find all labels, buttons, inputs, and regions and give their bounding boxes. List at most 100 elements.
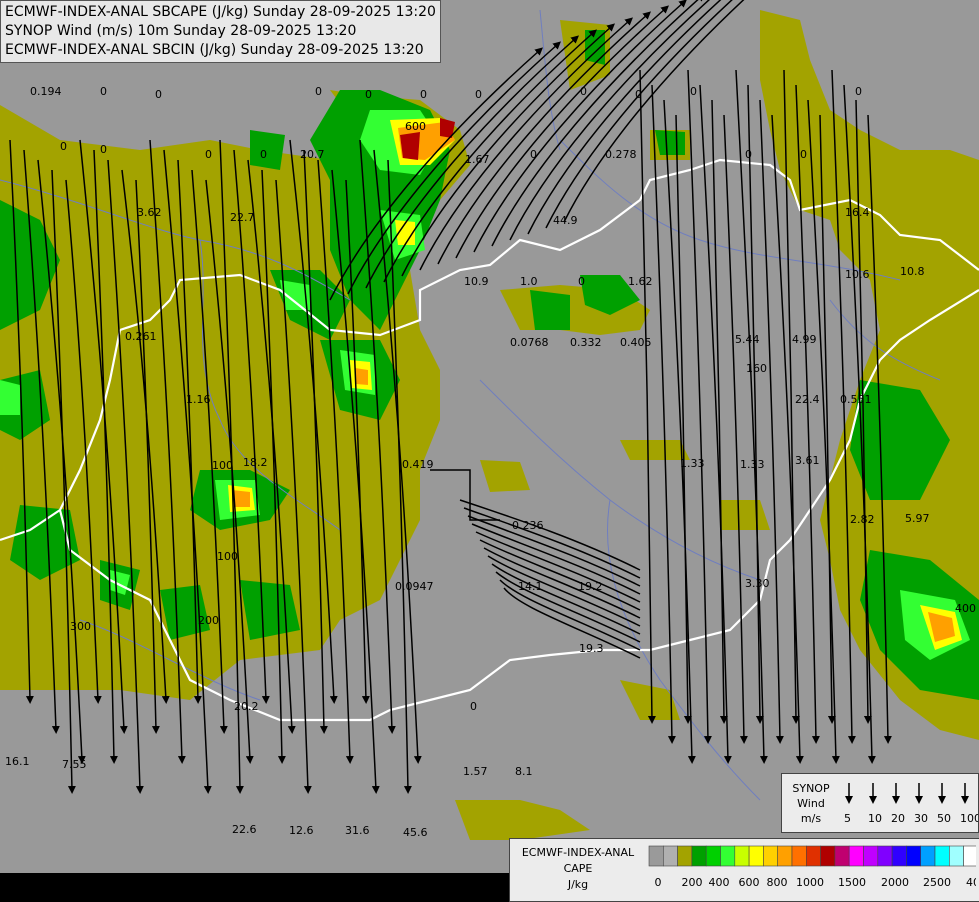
cape-colorbar-swatch	[734, 845, 750, 867]
map-value-label: 0	[470, 700, 477, 713]
cape-legend-title-text: ECMWF-INDEX-ANAL	[521, 846, 635, 859]
bottom-black-band	[0, 873, 509, 900]
map-value-label: 1.67	[465, 153, 490, 166]
map-value-label: 45.6	[403, 826, 428, 839]
wind-legend: SYNOP Wind m/s 5 10 20 30 50 100	[781, 773, 979, 833]
cape-colorbar-swatch	[691, 845, 707, 867]
map-value-label: 0	[420, 88, 427, 101]
map-value-label: 22.7	[230, 211, 255, 224]
cape-colorbar-tick: 2000	[881, 876, 909, 889]
map-value-label: 19.3	[579, 642, 604, 655]
map-value-label: 1.16	[186, 393, 211, 406]
cape-colorbar-swatch	[863, 845, 879, 867]
map-value-label: 12.6	[289, 824, 314, 837]
wind-legend-subtitle: Wind	[797, 797, 825, 810]
map-value-label: 400	[955, 602, 976, 615]
cape-colorbar-swatch	[891, 845, 907, 867]
cape-colorbar-swatch	[834, 845, 850, 867]
map-header: ECMWF-INDEX-ANAL SBCAPE (J/kg) Sunday 28…	[0, 0, 441, 63]
cape-colorbar-tick: 1000	[796, 876, 824, 889]
map-value-label: 16.4	[845, 206, 870, 219]
wind-legend-speed: 5	[844, 812, 851, 825]
map-value-label: 8.1	[515, 765, 533, 778]
header-line-1: ECMWF-INDEX-ANAL SBCAPE (J/kg) Sunday 28…	[5, 4, 436, 20]
wind-legend-arrow-head	[845, 796, 853, 804]
cape-area-mid	[250, 130, 285, 170]
cape-colorbar-tick: 600	[739, 876, 760, 889]
cape-colorbar: 0200400600800100015002000250040006000	[648, 845, 976, 889]
cape-legend-title: ECMWF-INDEX-ANAL CAPE J/kg	[513, 845, 643, 893]
cape-colorbar-swatch	[877, 845, 893, 867]
map-value-label: 1.62	[628, 275, 653, 288]
map-value-label: 4.99	[792, 333, 817, 346]
map-value-label: 0	[100, 85, 107, 98]
cape-area-mid	[655, 130, 685, 155]
map-value-label: 5.44	[735, 333, 760, 346]
map-value-label: 1.57	[463, 765, 488, 778]
map-value-label: 31.6	[345, 824, 370, 837]
map-value-label: 1.0	[520, 275, 538, 288]
cape-colorbar-tick: 200	[682, 876, 703, 889]
map-value-label: 0	[60, 140, 67, 153]
cape-colorbar-tick: 400	[709, 876, 730, 889]
map-value-label: 0	[530, 148, 537, 161]
cape-legend: ECMWF-INDEX-ANAL CAPE J/kg 0 200 400 600 800…	[509, 838, 979, 902]
cape-map: 0.194 0 0 0 0 0 0 0 0 0 0 0 0 0 0 0 0 0 20.7 3.62 22.7 600 1.6…	[0, 0, 979, 900]
cape-legend-variable: CAPE	[563, 862, 593, 875]
wind-legend-title-text: SYNOP	[792, 782, 830, 795]
wind-legend-speed: 100	[960, 812, 978, 825]
cape-colorbar-swatch	[806, 845, 821, 867]
cape-colorbar-swatch	[848, 845, 864, 867]
map-value-label: 10.8	[900, 265, 925, 278]
map-value-label: 0.419	[402, 458, 434, 471]
map-value-label: 3.30	[745, 577, 770, 590]
map-value-label: 0	[580, 85, 587, 98]
map-value-label: 10.6	[845, 268, 870, 281]
wind-legend-arrow-head	[961, 796, 969, 804]
map-value-label: 0	[855, 85, 862, 98]
cape-colorbar-swatch	[677, 845, 693, 867]
map-value-label: 0	[100, 143, 107, 156]
cape-colorbar-swatch	[763, 845, 779, 867]
map-value-label: 0.551	[840, 393, 872, 406]
cape-area-max	[400, 132, 420, 160]
map-value-label: 14.1	[518, 580, 543, 593]
map-value-label: 0.0947	[395, 580, 434, 593]
map-value-label: 0	[365, 88, 372, 101]
map-value-label: 0	[475, 88, 482, 101]
cape-colorbar-tick: 800	[767, 876, 788, 889]
wind-legend-title: SYNOP Wind m/s	[784, 781, 838, 826]
map-value-label: 5.97	[905, 512, 930, 525]
cape-colorbar-tick: 4000	[966, 876, 976, 889]
cape-colorbar-swatch	[777, 845, 793, 867]
map-value-label: 19.2	[578, 580, 603, 593]
map-value-label: 0.278	[605, 148, 637, 161]
wind-legend-arrow-head	[892, 796, 900, 804]
cape-colorbar-tick: 2500	[923, 876, 951, 889]
map-value-label: 22.4	[795, 393, 820, 406]
map-value-label: 20.7	[300, 148, 325, 161]
map-value-label: 44.9	[553, 214, 578, 227]
map-value-label: 0	[205, 148, 212, 161]
map-value-label: 0	[260, 148, 267, 161]
map-value-label: 1.33	[740, 458, 765, 471]
cape-colorbar-swatch	[906, 845, 921, 867]
map-value-label: 0	[800, 148, 807, 161]
wind-legend-arrows: 5 10 20 30 50 100	[844, 783, 978, 825]
wind-legend-speed: 30	[914, 812, 928, 825]
map-value-label: 0	[635, 88, 642, 101]
cape-colorbar-swatch	[791, 845, 807, 867]
cape-colorbar-swatch	[934, 845, 950, 867]
map-value-label: 7.55	[62, 758, 87, 771]
map-value-label: 0	[155, 88, 162, 101]
cape-area-mid	[530, 290, 570, 330]
map-value-label: 0.261	[125, 330, 157, 343]
wind-legend-unit: m/s	[800, 812, 822, 825]
cape-colorbar-swatch	[705, 845, 721, 867]
cape-colorbar-swatch	[963, 845, 976, 867]
map-value-label: 1.33	[680, 457, 705, 470]
map-value-label: 0	[315, 85, 322, 98]
cape-legend-unit: J/kg	[567, 878, 589, 891]
cape-colorbar-swatch	[748, 845, 764, 867]
map-value-label: 100	[212, 459, 233, 472]
